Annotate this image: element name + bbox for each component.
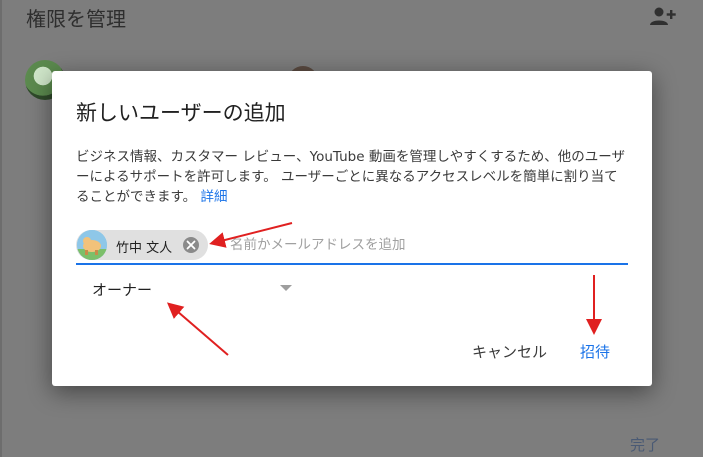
page-edge bbox=[0, 0, 2, 457]
role-value: オーナー bbox=[92, 281, 153, 299]
done-button[interactable]: 完了 bbox=[630, 434, 660, 455]
recipient-chip[interactable]: 竹中 文人 bbox=[76, 230, 208, 260]
close-circle-icon[interactable] bbox=[182, 236, 200, 254]
cancel-button[interactable]: キャンセル bbox=[466, 337, 553, 366]
description-text: ビジネス情報、カスタマー レビュー、YouTube 動画を管理しやすくするため、… bbox=[76, 149, 625, 205]
add-user-dialog: 新しいユーザーの追加 ビジネス情報、カスタマー レビュー、YouTube 動画を… bbox=[52, 71, 652, 386]
recipient-input[interactable] bbox=[228, 233, 622, 257]
caret-down-icon bbox=[280, 285, 292, 291]
add-user-icon[interactable] bbox=[648, 6, 678, 26]
chip-avatar bbox=[77, 230, 107, 260]
dialog-title: 新しいユーザーの追加 bbox=[76, 101, 286, 125]
role-dropdown[interactable]: オーナー bbox=[76, 273, 296, 305]
chip-name: 竹中 文人 bbox=[116, 241, 173, 256]
invite-button[interactable]: 招待 bbox=[574, 337, 616, 366]
recipient-field[interactable]: 竹中 文人 bbox=[76, 227, 628, 265]
dialog-description: ビジネス情報、カスタマー レビュー、YouTube 動画を管理しやすくするため、… bbox=[76, 147, 626, 207]
page-title: 権限を管理 bbox=[26, 7, 126, 31]
details-link[interactable]: 詳細 bbox=[200, 189, 227, 205]
